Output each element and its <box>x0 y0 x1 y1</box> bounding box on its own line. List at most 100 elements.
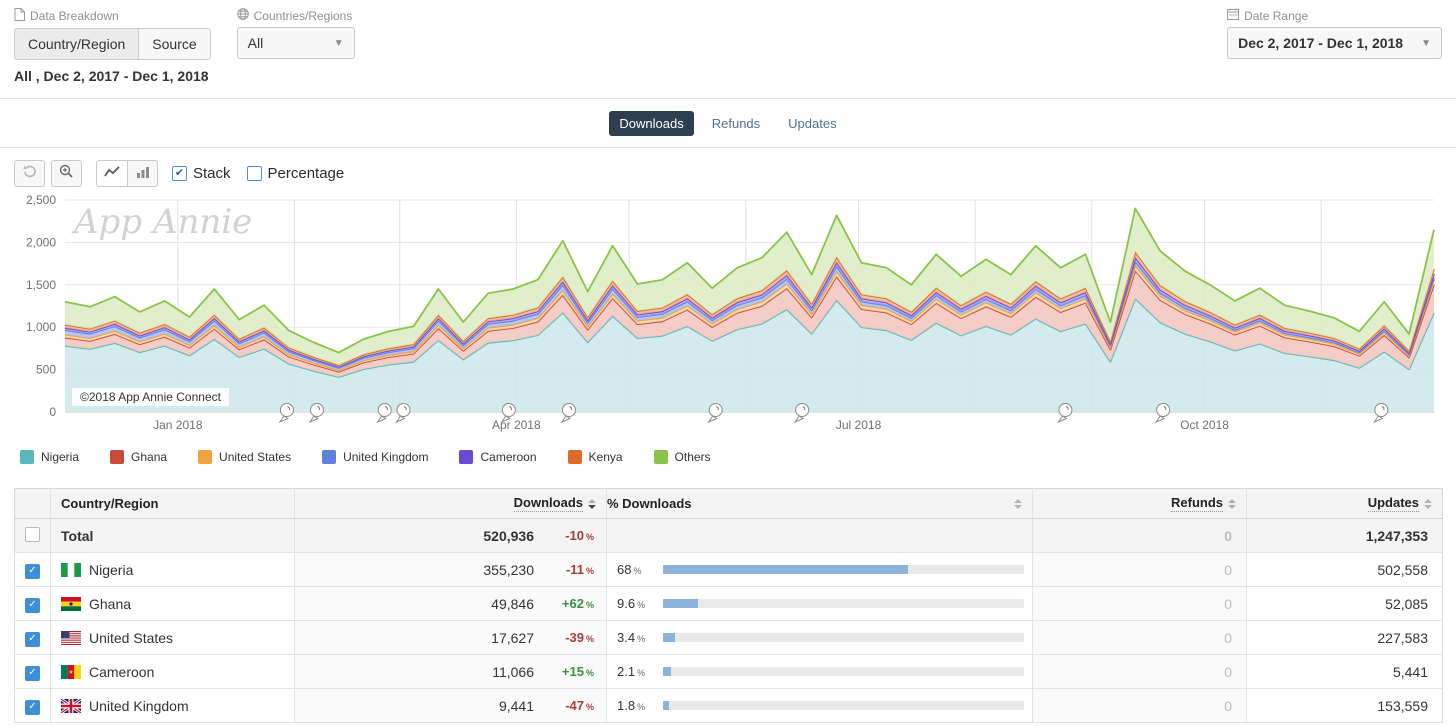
event-marker[interactable] <box>707 403 723 424</box>
row-checkbox[interactable]: ✓ <box>25 597 40 613</box>
table-row-united-kingdom: ✓ United Kingdom 9,441 -47% 1.8% 0 153,55… <box>14 688 1443 723</box>
svg-text:Oct 2018: Oct 2018 <box>1180 418 1229 432</box>
legend-item-others[interactable]: Others <box>653 450 711 464</box>
data-breakdown-control: Data Breakdown Country/Region Source <box>14 8 211 60</box>
sort-pct-downloads-icon[interactable] <box>1014 498 1022 509</box>
legend-swatch-kenya <box>567 450 582 464</box>
legend-swatch-ghana <box>110 450 125 464</box>
downloads-value: 49,846 <box>491 595 534 612</box>
legend-item-nigeria[interactable]: Nigeria <box>20 450 79 464</box>
country-name: Nigeria <box>89 561 134 578</box>
legend-swatch-nigeria <box>20 450 34 464</box>
percentage-checkbox[interactable] <box>246 166 262 181</box>
pct-value: 9.6% <box>617 596 646 611</box>
sort-updates-icon[interactable] <box>1424 498 1432 509</box>
event-marker[interactable] <box>793 403 810 424</box>
svg-text:Jan 2018: Jan 2018 <box>153 418 203 432</box>
chart-toolbar: ✔ Stack Percentage <box>0 148 1456 190</box>
row-checkbox[interactable] <box>25 526 40 542</box>
chart-copyright: ©2018 App Annie Connect <box>72 388 229 406</box>
legend-item-cameroon[interactable]: Cameroon <box>459 450 537 464</box>
row-checkbox[interactable]: ✓ <box>25 563 40 579</box>
date-range-select[interactable]: Dec 2, 2017 - Dec 1, 2018 ▼ <box>1227 27 1442 59</box>
updates-value: 153,559 <box>1246 688 1443 723</box>
legend-swatch-others <box>653 450 668 464</box>
sort-refunds-icon[interactable] <box>1228 498 1236 509</box>
line-chart-icon <box>104 165 120 183</box>
event-marker[interactable] <box>1154 403 1171 424</box>
event-marker[interactable] <box>376 403 392 424</box>
legend-item-ghana[interactable]: Ghana <box>110 450 167 464</box>
refunds-value: 0 <box>1032 654 1247 689</box>
breakdown-country-region-button[interactable]: Country/Region <box>14 28 140 60</box>
chart-type-toggle <box>96 160 158 187</box>
stack-checkbox[interactable]: ✔ <box>172 166 187 181</box>
percentage-toggle[interactable]: Percentage <box>246 165 344 182</box>
line-chart-button[interactable] <box>96 160 127 187</box>
pct-bar-fill <box>663 633 676 642</box>
refunds-value: 0 <box>1032 586 1247 621</box>
pct-bar-track <box>663 565 1024 574</box>
zoom-in-button[interactable] <box>51 160 82 187</box>
pct-value: 2.1% <box>617 664 646 679</box>
flag-us-icon <box>61 630 81 645</box>
legend-item-united-states[interactable]: United States <box>198 450 291 464</box>
table-row-united-states: ✓ United States 17,627 -39% 3.4% 0 227,58… <box>14 620 1443 655</box>
globe-icon <box>236 8 249 23</box>
data-breakdown-label: Data Breakdown <box>14 8 211 24</box>
event-marker[interactable] <box>560 403 576 424</box>
tab-refunds[interactable]: Refunds <box>702 111 770 136</box>
event-marker[interactable] <box>308 403 324 424</box>
report-tabs: Downloads Refunds Updates <box>0 99 1456 148</box>
flag-ghana-icon <box>61 596 81 611</box>
calendar-icon <box>1227 8 1240 23</box>
refunds-value: 0 <box>1032 552 1247 587</box>
table-row-nigeria: ✓ Nigeria 355,230 -11% 68% 0 502,558 <box>14 552 1443 587</box>
breakdown-toggle-group: Country/Region Source <box>14 28 211 60</box>
stack-toggle[interactable]: ✔ Stack <box>172 165 231 182</box>
row-checkbox[interactable]: ✓ <box>25 665 40 681</box>
pct-bar-fill <box>663 667 671 676</box>
pct-bar-fill <box>663 565 909 574</box>
pct-value: 68% <box>617 562 642 577</box>
bar-chart-button[interactable] <box>127 160 158 187</box>
reset-zoom-button[interactable] <box>14 160 45 187</box>
updates-value: 502,558 <box>1246 552 1443 587</box>
pct-value: 3.4% <box>617 630 646 645</box>
refunds-value: 0 <box>1032 620 1247 655</box>
table-header-row: Country/Region Downloads % Downloads Ref… <box>14 488 1443 519</box>
countries-select[interactable]: All ▼ <box>236 27 355 59</box>
country-table-wrap: Country/Region Downloads % Downloads Ref… <box>14 488 1443 723</box>
country-name: United States <box>89 629 174 646</box>
downloads-chart[interactable]: 0 500 1,000 1,500 2,000 2,500 Jan 2018 Apr 2018… <box>0 190 1456 436</box>
header-pct-downloads[interactable]: % Downloads <box>606 488 1033 519</box>
downloads-change: -39% <box>565 630 594 645</box>
updates-value: 1,247,353 <box>1246 518 1443 553</box>
event-marker[interactable] <box>1372 403 1389 424</box>
event-marker[interactable] <box>395 403 411 424</box>
legend-item-united-kingdom[interactable]: United Kingdom <box>322 450 428 464</box>
magnifier-plus-icon <box>59 164 74 184</box>
header-country: Country/Region <box>50 488 295 519</box>
row-checkbox[interactable]: ✓ <box>25 631 40 647</box>
legend-item-kenya[interactable]: Kenya <box>567 450 623 464</box>
downloads-change: +15% <box>561 664 594 679</box>
tab-updates[interactable]: Updates <box>778 111 846 136</box>
event-marker[interactable] <box>278 403 294 424</box>
bar-chart-icon <box>136 165 150 183</box>
header-downloads[interactable]: Downloads <box>294 488 607 519</box>
sort-downloads-icon[interactable] <box>588 498 596 509</box>
pct-bar-track <box>663 633 1024 642</box>
tab-downloads[interactable]: Downloads <box>609 110 694 136</box>
pct-bar-fill <box>663 599 698 608</box>
svg-text:2,000: 2,000 <box>26 235 56 249</box>
downloads-value: 355,230 <box>483 561 534 578</box>
svg-text:1,500: 1,500 <box>26 278 56 292</box>
row-checkbox[interactable]: ✓ <box>25 699 40 715</box>
event-marker[interactable] <box>1057 403 1073 424</box>
flag-cameroon-icon <box>61 664 81 679</box>
header-refunds[interactable]: Refunds <box>1032 488 1247 519</box>
updates-value: 5,441 <box>1246 654 1443 689</box>
header-updates[interactable]: Updates <box>1246 488 1443 519</box>
breakdown-source-button[interactable]: Source <box>139 28 211 60</box>
